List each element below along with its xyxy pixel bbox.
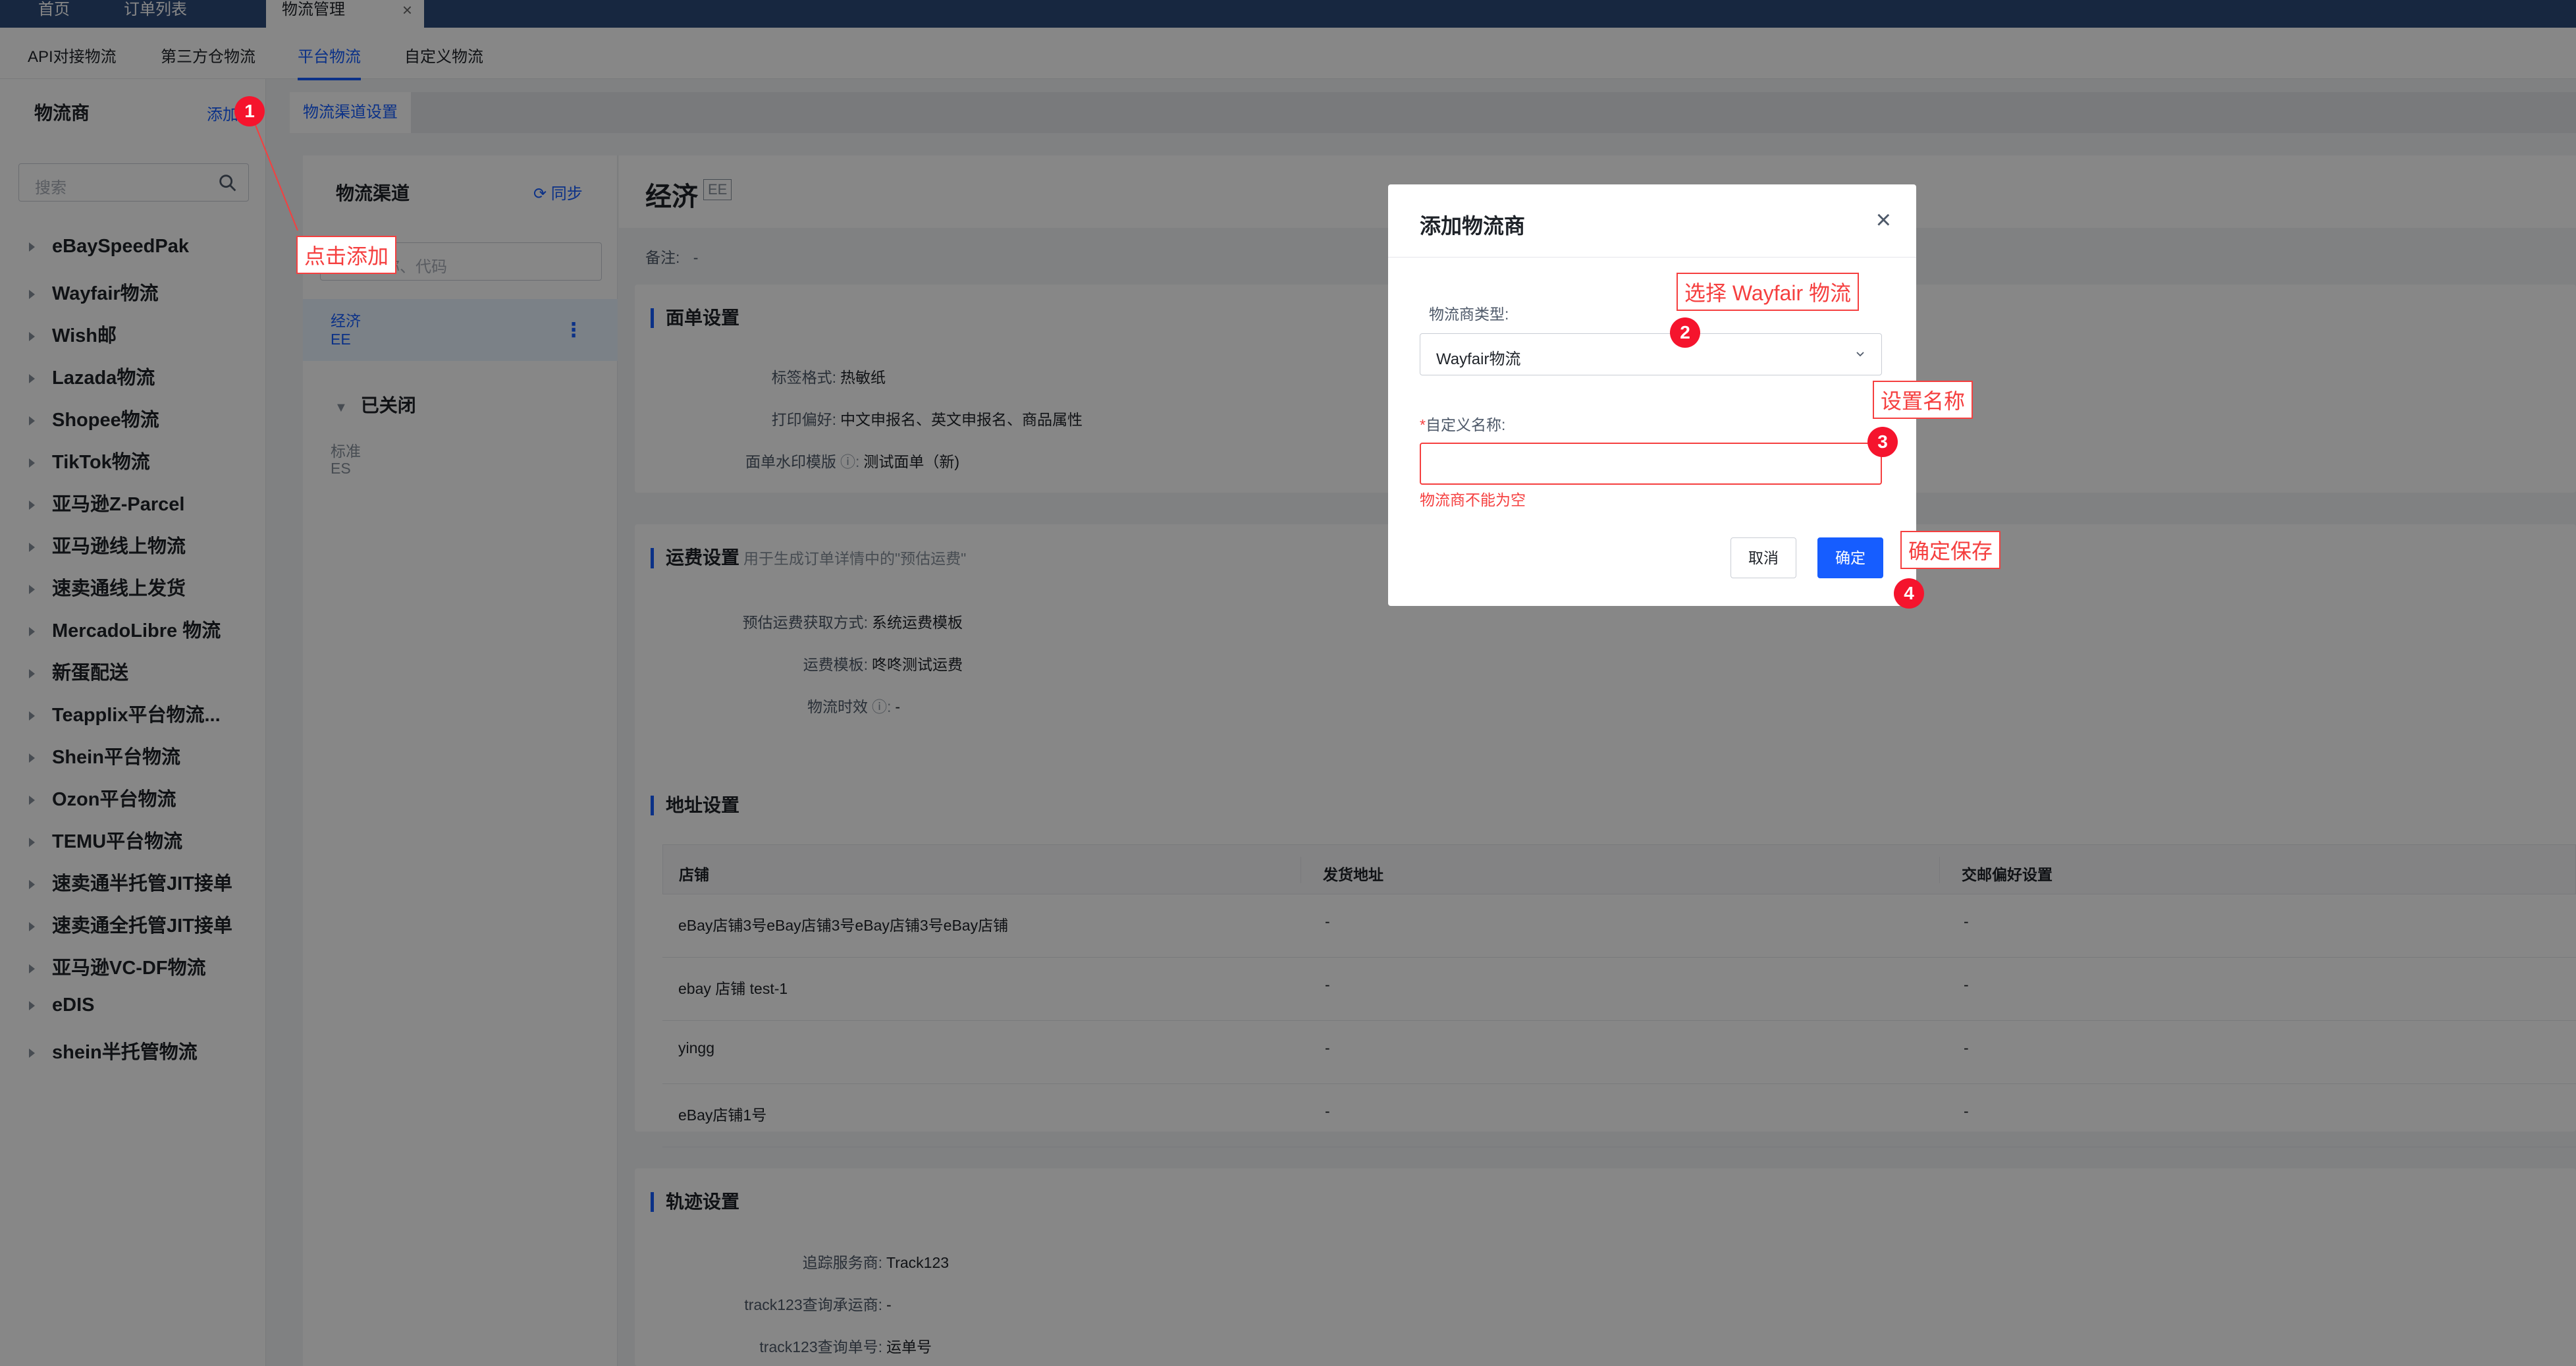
- custom-name-label-text: 自定义名称:: [1425, 416, 1506, 433]
- annotation-step3-label: 设置名称: [1873, 381, 1973, 419]
- cancel-button[interactable]: 取消: [1731, 537, 1796, 578]
- custom-name-input[interactable]: [1420, 443, 1882, 485]
- dialog-title: 添加物流商: [1420, 214, 1526, 238]
- carrier-type-value: Wayfair物流: [1436, 350, 1521, 368]
- annotation-step1-badge: 1: [234, 96, 265, 126]
- carrier-type-label: 物流商类型:: [1429, 306, 1509, 323]
- required-mark: *: [1420, 416, 1426, 433]
- annotation-step3-badge: 3: [1867, 427, 1898, 457]
- custom-name-error: 物流商不能为空: [1420, 491, 1526, 508]
- confirm-button[interactable]: 确定: [1817, 537, 1883, 578]
- dialog-divider: [1388, 257, 1916, 258]
- add-carrier-dialog: 添加物流商 × 物流商类型: Wayfair物流 *自定义名称: 物流商不能为空…: [1388, 184, 1916, 606]
- carrier-type-select[interactable]: Wayfair物流: [1420, 333, 1882, 375]
- annotation-step2-label: 选择 Wayfair 物流: [1677, 273, 1860, 311]
- annotation-step1-label: 点击添加: [296, 236, 397, 274]
- annotation-step2-badge: 2: [1670, 317, 1700, 348]
- close-icon[interactable]: ×: [1876, 207, 1891, 233]
- custom-name-label: *自定义名称:: [1420, 412, 1505, 435]
- annotation-leader-lines: [250, 111, 1905, 580]
- annotation-step4-label: 确定保存: [1900, 531, 2001, 569]
- annotation-step4-badge: 4: [1894, 578, 1924, 609]
- chevron-down-icon: [1856, 352, 1864, 357]
